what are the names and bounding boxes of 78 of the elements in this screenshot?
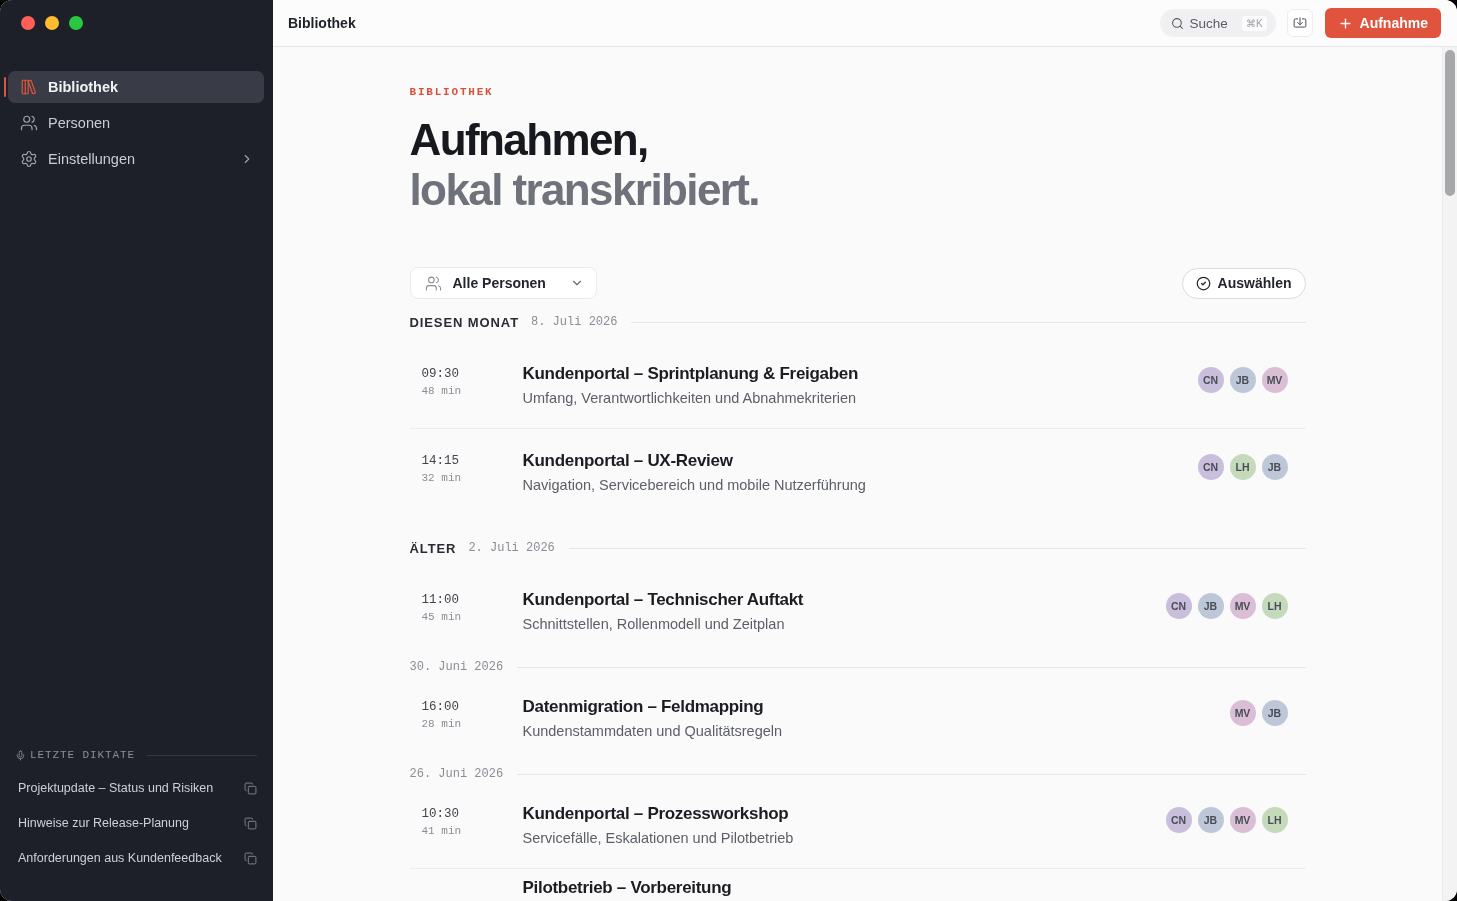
avatar: MV — [1229, 593, 1256, 619]
recording-title[interactable]: Pilotbetrieb – Vorbereitung — [522, 877, 732, 899]
window-title: Bibliothek — [288, 15, 357, 31]
avatar: MV — [1261, 367, 1288, 393]
avatar: JB — [1197, 593, 1224, 619]
date-label: 8. Juli 2026 — [531, 315, 618, 329]
avatar: CN — [1197, 367, 1224, 393]
avatar: CN — [1165, 593, 1192, 619]
date-label: 26. Juni 2026 — [409, 767, 504, 781]
recording-duration: 32 min — [421, 471, 462, 486]
recording-duration: 41 min — [421, 824, 462, 839]
recording-time: 16:00 — [421, 699, 459, 716]
import-button[interactable] — [1286, 9, 1313, 37]
active-indicator — [4, 77, 6, 97]
recording-description: Kundenstammdaten und Qualitätsregeln — [522, 722, 783, 741]
recording-description: Schnittstellen, Rollenmodell und Zeitplan — [522, 615, 785, 634]
eyebrow-label: BIBLIOTHEK — [409, 85, 495, 99]
avatar: LH — [1261, 593, 1288, 619]
recording-time: 14:15 — [421, 453, 459, 470]
avatar: JB — [1261, 454, 1288, 480]
recording-duration: 45 min — [421, 610, 462, 625]
section-heading: DIESEN MONAT — [409, 314, 519, 330]
recording-title[interactable]: Datenmigration – Feldmapping — [522, 695, 764, 719]
avatar: JB — [1261, 700, 1288, 726]
date-label: 30. Juni 2026 — [409, 660, 504, 674]
avatar: CN — [1165, 807, 1192, 833]
people-icon — [424, 274, 442, 292]
avatar: LH — [1229, 454, 1256, 480]
recording-duration: 28 min — [421, 717, 462, 732]
record-button[interactable]: Aufnahme — [1324, 8, 1441, 38]
close-window-icon[interactable] — [21, 16, 35, 30]
microphone-icon — [15, 749, 26, 761]
avatar: JB — [1229, 367, 1256, 393]
page-title: Aufnahmen, — [409, 115, 648, 165]
recording-title[interactable]: Kundenportal – Prozessworkshop — [522, 802, 789, 826]
copy-icon[interactable] — [244, 816, 257, 830]
copy-icon[interactable] — [244, 851, 257, 865]
keyboard-shortcut: ⌘K — [1241, 15, 1267, 31]
recording-time: 09:30 — [421, 366, 459, 383]
avatar: MV — [1229, 700, 1256, 726]
nav-item[interactable]: Personen — [8, 107, 264, 139]
select-button[interactable]: Auswählen — [1181, 267, 1306, 299]
minimize-window-icon[interactable] — [45, 16, 59, 30]
download-icon — [1292, 16, 1307, 30]
check-circle-icon — [1195, 275, 1211, 291]
copy-icon[interactable] — [244, 781, 257, 795]
page-subtitle: lokal transkribiert. — [409, 165, 759, 215]
recording-title[interactable]: Kundenportal – Technischer Auftakt — [522, 588, 804, 612]
recording-time: 10:30 — [421, 806, 459, 823]
search-icon — [1170, 16, 1184, 30]
maximize-window-icon[interactable] — [69, 16, 83, 30]
section-heading: ÄLTER — [409, 540, 457, 556]
recording-description: Servicefälle, Eskalationen und Pilotbetrieb — [522, 829, 794, 848]
recent-dictation[interactable]: Projektupdate – Status und Risiken — [18, 781, 214, 795]
recording-title[interactable]: Kundenportal – Sprintplanung & Freigaben — [522, 362, 859, 386]
recent-dictation[interactable]: Anforderungen aus Kundenfeedback — [18, 851, 222, 865]
books-icon — [20, 78, 38, 96]
search-button[interactable]: Suche ⌘K — [1159, 9, 1276, 37]
date-label: 2. Juli 2026 — [468, 541, 555, 555]
nav-item[interactable]: Bibliothek — [8, 71, 264, 103]
plus-icon — [1337, 15, 1353, 31]
recording-description: Umfang, Verantwortlichkeiten und Abnahmekriterien — [522, 389, 857, 408]
avatar: JB — [1197, 807, 1224, 833]
section-label: LETZTE DIKTATE — [30, 749, 135, 761]
scrollbar[interactable] — [1442, 47, 1457, 901]
avatar: LH — [1261, 807, 1288, 833]
avatar: CN — [1197, 454, 1224, 480]
recording-title[interactable]: Kundenportal – UX-Review — [522, 449, 733, 473]
people-dropdown[interactable]: Alle Personen — [409, 267, 597, 299]
settings-icon — [20, 150, 38, 168]
people-icon — [20, 114, 38, 132]
scrollbar-thumb[interactable] — [1445, 50, 1455, 196]
recent-dictation[interactable]: Hinweise zur Release-Planung — [18, 816, 189, 830]
nav-item[interactable]: Einstellungen — [8, 143, 264, 175]
recording-description: Navigation, Servicebereich und mobile Nutzerführung — [522, 476, 866, 495]
avatar: MV — [1229, 807, 1256, 833]
recording-duration: 48 min — [421, 384, 462, 399]
recording-time: 11:00 — [421, 592, 459, 609]
